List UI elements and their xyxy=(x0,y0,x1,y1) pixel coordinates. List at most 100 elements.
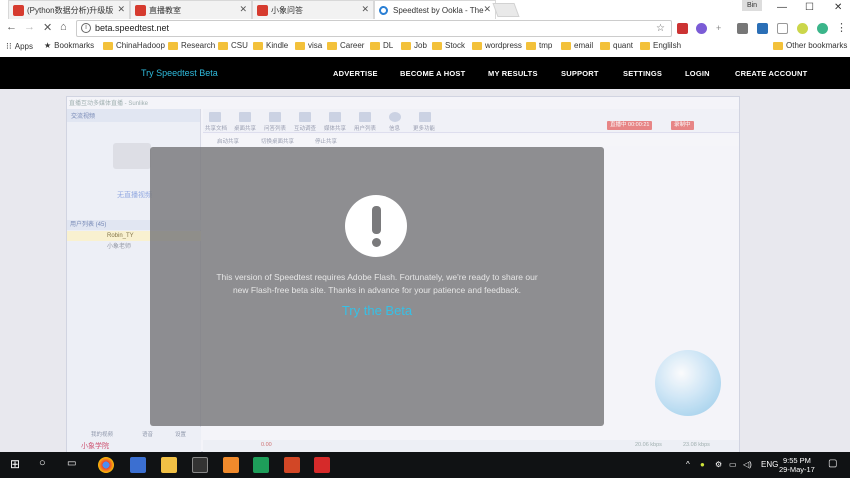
more-features-icon xyxy=(419,112,431,122)
info-icon xyxy=(389,112,401,122)
app-logo: 小象学院 xyxy=(81,443,109,450)
extension-icon[interactable] xyxy=(817,23,828,34)
home-icon[interactable]: ⌂ xyxy=(60,21,67,33)
language-indicator[interactable]: ENG xyxy=(761,460,778,469)
bookmarks-bar: ⁝⁝ Apps ★ Bookmarks ChinaHadoop Research C… xyxy=(0,38,850,55)
extension-icon[interactable] xyxy=(737,23,748,34)
clock-date: 29-May-17 xyxy=(779,465,815,474)
bookmark-apps[interactable]: ⁝⁝ Apps xyxy=(6,41,33,52)
maximize-icon[interactable]: ☐ xyxy=(805,2,814,13)
close-tab-icon[interactable]: ✕ xyxy=(117,4,125,15)
bookmark-folder[interactable]: tmp xyxy=(526,41,552,50)
bookmark-folder[interactable]: Research xyxy=(168,41,215,50)
apps-grid-icon: ⁝⁝ xyxy=(6,41,12,51)
folder-icon xyxy=(253,41,263,50)
browser-tab[interactable]: 小象问答 ✕ xyxy=(252,0,374,19)
bookmark-other[interactable]: Other bookmarks xyxy=(773,41,847,50)
bookmark-folder[interactable]: Job xyxy=(401,41,427,50)
powerpoint-icon[interactable] xyxy=(284,457,300,473)
nav-login[interactable]: LOGIN xyxy=(685,69,710,78)
notifications-icon[interactable]: ▢ xyxy=(828,458,837,469)
bookmark-folder[interactable]: quant xyxy=(600,41,633,50)
cortana-search-icon[interactable]: ○ xyxy=(39,457,46,469)
extension-icon[interactable] xyxy=(797,23,808,34)
bookmark-bookmarks[interactable]: ★ Bookmarks xyxy=(44,41,94,50)
pycharm-icon[interactable] xyxy=(253,457,269,473)
no-video-text: 无直播视频 xyxy=(117,192,152,199)
bookmark-star-icon[interactable]: ☆ xyxy=(656,21,665,36)
chrome-taskbar-icon[interactable] xyxy=(98,457,114,473)
tray-app-icon[interactable]: ● xyxy=(700,460,705,469)
tab-title: 直播教室 xyxy=(149,5,181,15)
bookmark-folder[interactable]: Kindle xyxy=(253,41,288,50)
bookmark-folder[interactable]: Englilsh xyxy=(640,41,681,50)
recording-status-button: 录制中 xyxy=(671,121,694,130)
bookmark-folder[interactable]: DL xyxy=(370,41,393,50)
stop-loading-icon[interactable]: ✕ xyxy=(43,21,52,34)
bookmark-folder[interactable]: wordpress xyxy=(472,41,522,50)
info-icon[interactable]: i xyxy=(81,23,91,33)
try-beta-link[interactable]: Try the Beta xyxy=(150,303,604,318)
share-doc-icon xyxy=(209,112,221,122)
address-bar[interactable]: i beta.speedtest.net ☆ xyxy=(76,20,672,37)
toolbar-label: 媒体共享 xyxy=(324,126,347,132)
task-view-icon[interactable]: ▭ xyxy=(67,458,76,469)
folder-icon xyxy=(600,41,610,50)
bookmark-folder[interactable]: Career xyxy=(327,41,364,50)
try-speedtest-beta-link[interactable]: Try Speedtest Beta xyxy=(141,68,218,78)
close-tab-icon[interactable]: ✕ xyxy=(239,4,247,15)
nav-create-account[interactable]: CREATE ACCOUNT xyxy=(735,69,807,78)
extension-icon[interactable] xyxy=(696,23,707,34)
toolbar-label: 共享文档 xyxy=(205,126,228,132)
new-tab-button[interactable] xyxy=(492,3,520,17)
taskbar-clock[interactable]: 9:55 PM 29-May-17 xyxy=(779,456,815,474)
tray-expand-icon[interactable]: ^ xyxy=(686,460,690,469)
bookmark-folder[interactable]: ChinaHadoop xyxy=(103,41,165,50)
nav-become-a-host[interactable]: BECOME A HOST xyxy=(400,69,465,78)
close-tab-icon[interactable]: ✕ xyxy=(361,4,369,15)
profile-button[interactable]: Bin xyxy=(742,0,762,11)
minimize-icon[interactable]: — xyxy=(777,2,787,13)
nav-support[interactable]: SUPPORT xyxy=(561,69,599,78)
file-explorer-icon[interactable] xyxy=(161,457,177,473)
nav-settings[interactable]: SETTINGS xyxy=(623,69,662,78)
voice-label: 语音 xyxy=(142,432,154,438)
clock-time: 9:55 PM xyxy=(782,456,811,465)
app-taskbar-icon[interactable] xyxy=(223,457,239,473)
bookmark-folder[interactable]: email xyxy=(561,41,593,50)
terminal-icon[interactable] xyxy=(192,457,208,473)
browser-tab-active[interactable]: Speedtest by Ookla - The ✕ xyxy=(374,0,496,19)
browser-tab[interactable]: 直播教室 ✕ xyxy=(130,0,252,19)
app-taskbar-icon[interactable] xyxy=(314,457,330,473)
loading-spinner-icon xyxy=(379,6,388,15)
nav-my-results[interactable]: MY RESULTS xyxy=(488,69,538,78)
chrome-menu-icon[interactable]: ⋮ xyxy=(836,21,847,34)
site-favicon-icon xyxy=(13,5,24,16)
toolbar-label: 更多功能 xyxy=(413,126,436,132)
extension-icon[interactable] xyxy=(677,23,688,34)
toolbar-label: 互动调查 xyxy=(294,126,317,132)
folder-icon xyxy=(168,41,178,50)
bookmark-folder[interactable]: Stock xyxy=(432,41,465,50)
close-tab-icon[interactable]: ✕ xyxy=(483,4,491,15)
network-icon[interactable]: ⚙ xyxy=(715,460,722,469)
extension-icon[interactable]: + xyxy=(716,23,727,34)
back-arrow-icon[interactable]: ← xyxy=(6,21,17,33)
windows-start-icon[interactable]: ⊞ xyxy=(10,457,20,471)
battery-icon[interactable]: ▭ xyxy=(729,460,737,469)
bookmark-folder[interactable]: visa xyxy=(295,41,322,50)
toolbar-label: 用户列表 xyxy=(354,126,377,132)
bookmark-folder[interactable]: CSU xyxy=(218,41,248,50)
volume-icon[interactable]: ◁) xyxy=(743,460,752,469)
nav-advertise[interactable]: ADVERTISE xyxy=(333,69,378,78)
extension-icon[interactable] xyxy=(757,23,768,34)
extension-icon[interactable] xyxy=(777,23,788,34)
app-taskbar-icon[interactable] xyxy=(130,457,146,473)
folder-icon xyxy=(526,41,536,50)
site-header: Try Speedtest Beta ADVERTISE BECOME A HO… xyxy=(0,57,850,89)
browser-tab[interactable]: (Python数据分析)升级版 ✕ xyxy=(8,0,130,19)
forward-arrow-icon[interactable]: → xyxy=(24,21,35,33)
app-status-bar: 0.00 20.06 kbps 23.08 kbps xyxy=(203,440,739,452)
close-window-icon[interactable]: ✕ xyxy=(834,2,842,13)
folder-icon xyxy=(295,41,305,50)
